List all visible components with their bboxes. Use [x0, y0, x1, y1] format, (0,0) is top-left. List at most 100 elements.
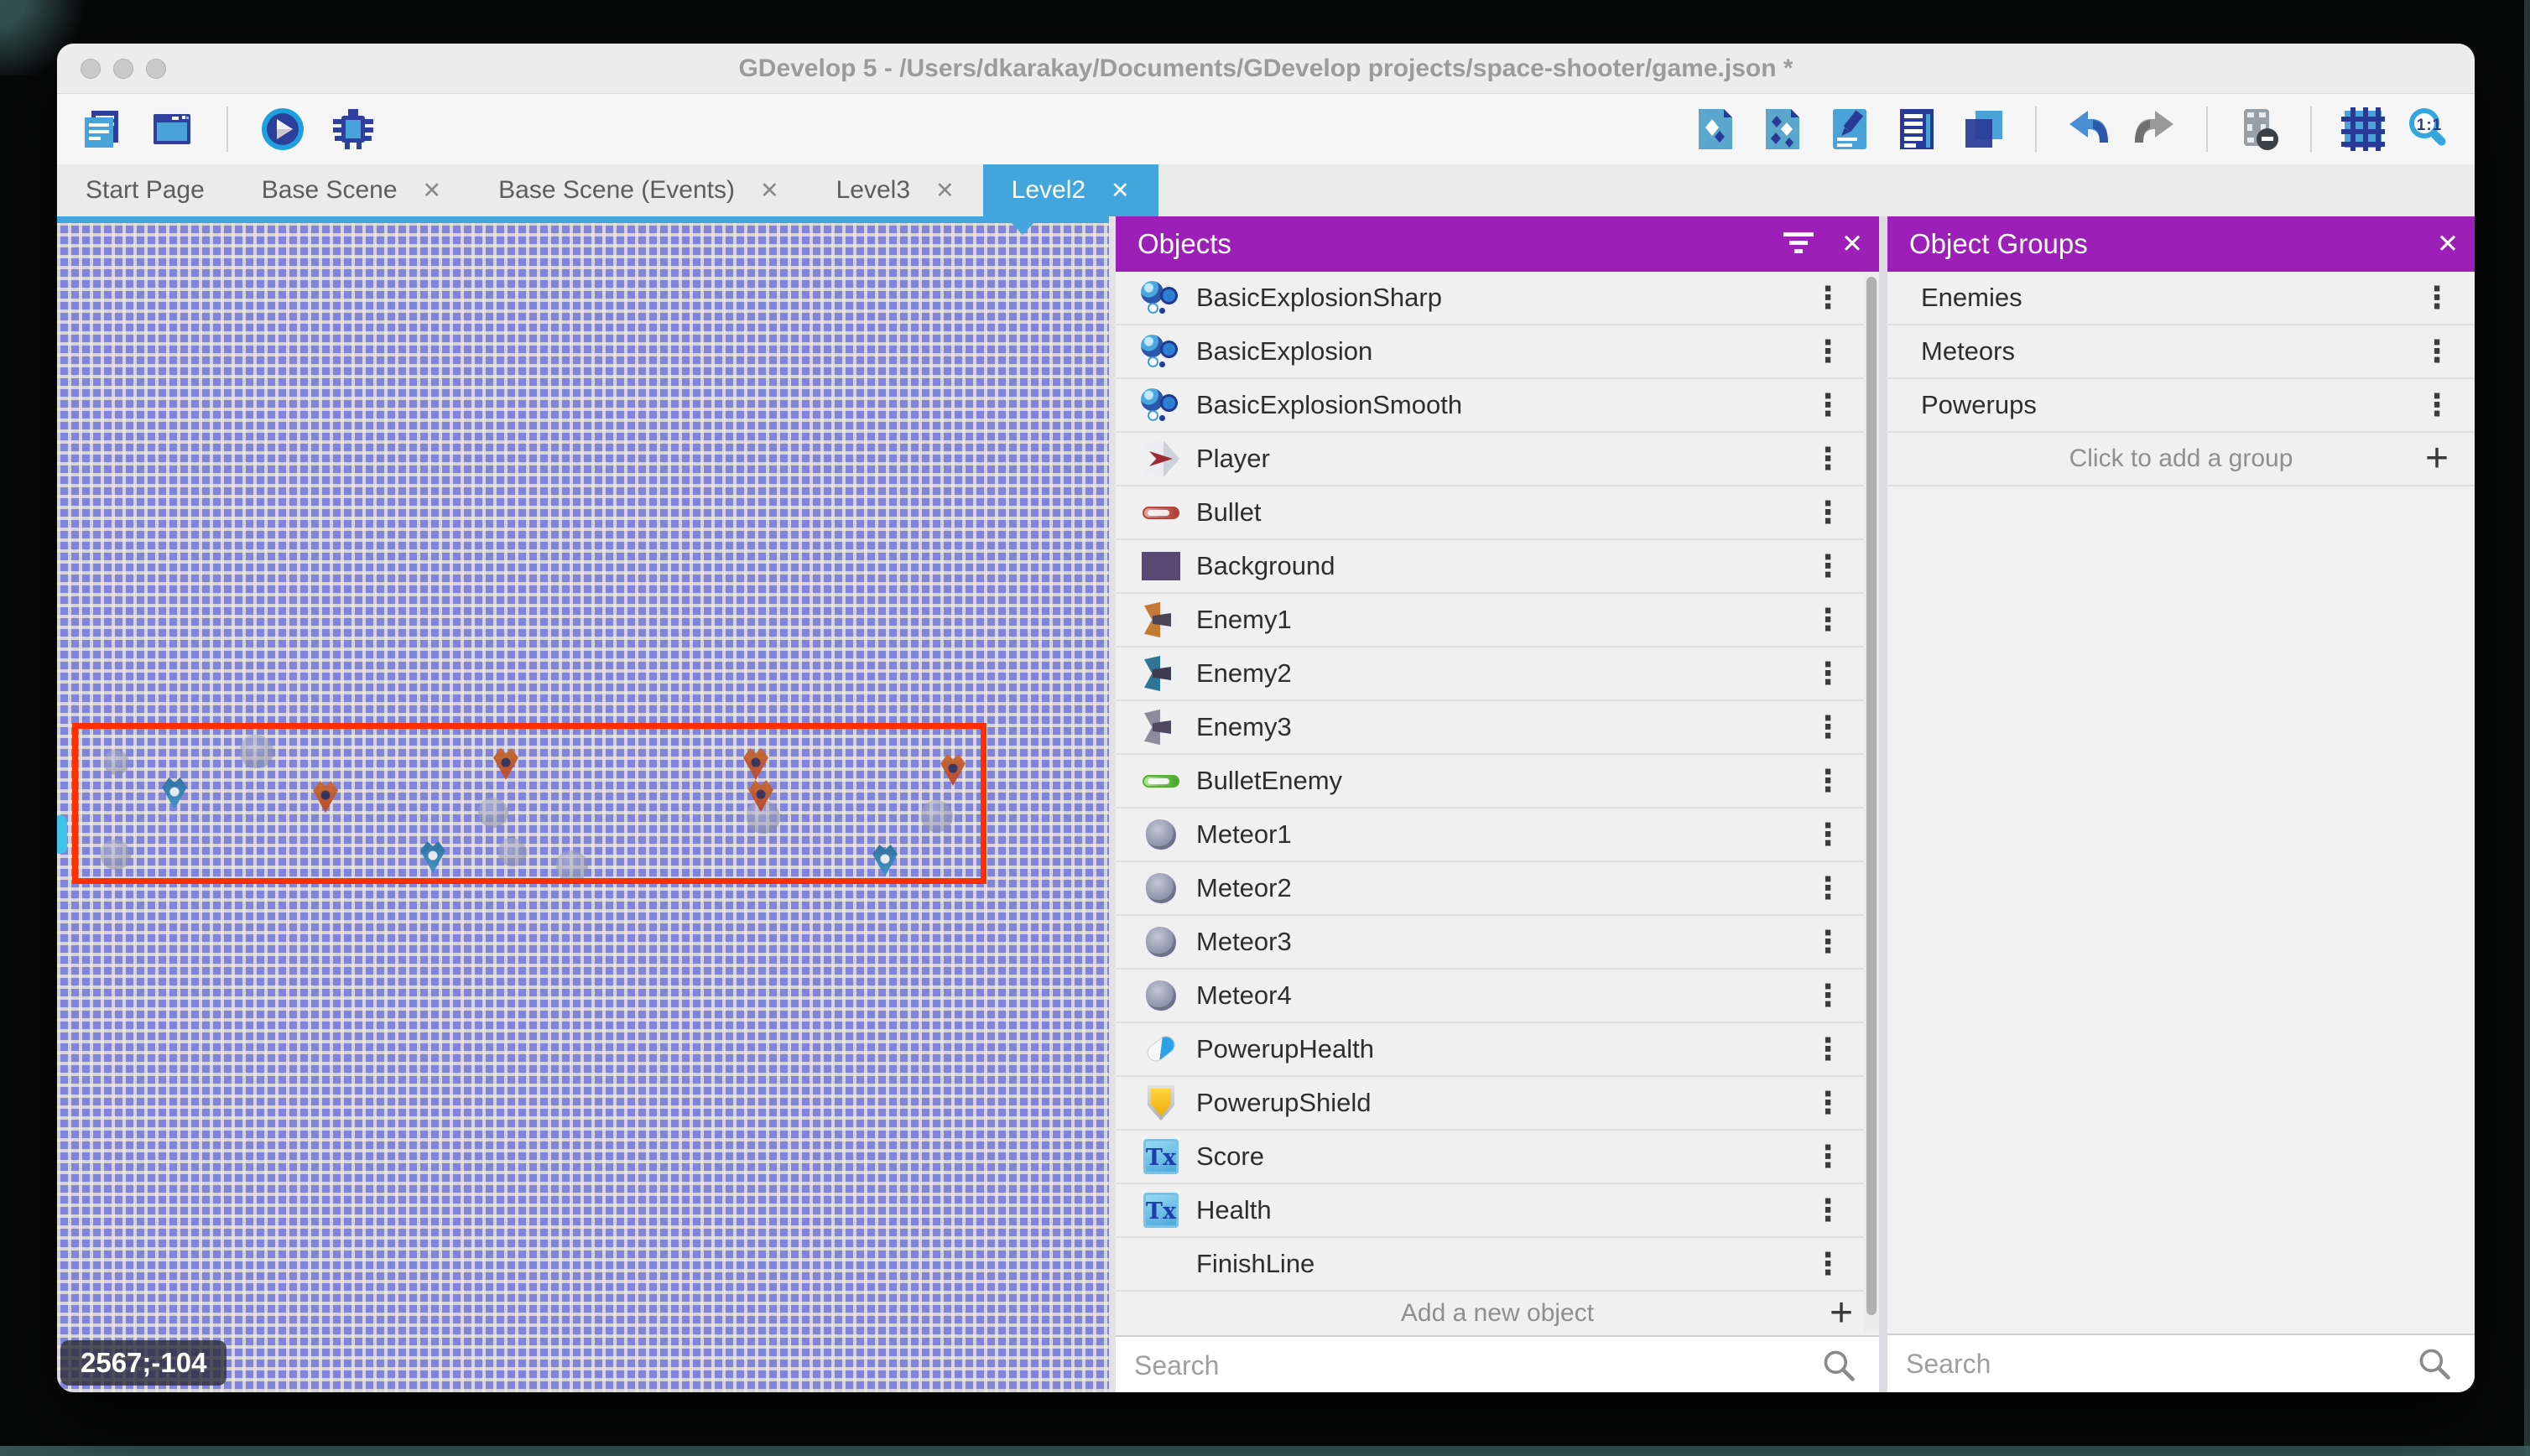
- sprite-enemy-red[interactable]: [940, 754, 966, 786]
- filter-icon[interactable]: [1772, 217, 1825, 271]
- object-list-item[interactable]: BasicExplosion: [1116, 325, 1879, 379]
- kebab-menu-icon[interactable]: [2408, 334, 2466, 369]
- tab-label: Level3: [836, 176, 910, 205]
- tab-level2[interactable]: Level2: [983, 164, 1158, 216]
- sprite-enemy-blue[interactable]: [162, 777, 187, 809]
- kebab-menu-icon[interactable]: [1799, 978, 1857, 1013]
- kebab-menu-icon[interactable]: [1799, 549, 1857, 584]
- close-panel-icon[interactable]: [2421, 217, 2475, 271]
- object-list-item[interactable]: BasicExplosionSmooth: [1116, 379, 1879, 433]
- object-list-item[interactable]: Player: [1116, 433, 1879, 486]
- object-list-item[interactable]: Enemy3: [1116, 701, 1879, 755]
- group-list-item[interactable]: Enemies: [1887, 272, 2475, 325]
- kebab-menu-icon[interactable]: [1799, 495, 1857, 530]
- object-list-item[interactable]: Health: [1116, 1184, 1879, 1238]
- object-list-item[interactable]: FinishLine: [1116, 1238, 1879, 1292]
- add-new-object-button[interactable]: Add a new object: [1116, 1292, 1879, 1335]
- start-page-window-icon[interactable]: [148, 105, 196, 153]
- objects-panel-icon[interactable]: [1691, 105, 1740, 153]
- kebab-menu-icon[interactable]: [1799, 656, 1857, 691]
- object-list-item[interactable]: Meteor2: [1116, 862, 1879, 916]
- kebab-menu-icon[interactable]: [1799, 1032, 1857, 1067]
- object-groups-panel-icon[interactable]: [1758, 105, 1807, 153]
- object-list-item[interactable]: PowerupShield: [1116, 1077, 1879, 1131]
- undo-icon[interactable]: [2064, 105, 2112, 153]
- group-list-item[interactable]: Meteors: [1887, 325, 2475, 379]
- kebab-menu-icon[interactable]: [1799, 871, 1857, 906]
- object-list-item[interactable]: Meteor3: [1116, 916, 1879, 970]
- sprite-meteor[interactable]: [921, 800, 953, 832]
- scene-editor-canvas[interactable]: 2567;-104: [57, 216, 1109, 1392]
- kebab-menu-icon[interactable]: [1799, 602, 1857, 637]
- kebab-menu-icon[interactable]: [1799, 334, 1857, 369]
- scene-tabs: Start Page Base Scene Base Scene (Events…: [57, 164, 2475, 216]
- objects-scrollbar[interactable]: [1864, 272, 1879, 1332]
- object-list-item[interactable]: Bullet: [1116, 486, 1879, 540]
- object-list-item[interactable]: Meteor1: [1116, 809, 1879, 862]
- project-manager-icon[interactable]: [77, 105, 126, 153]
- sprite-enemy-red[interactable]: [313, 781, 338, 813]
- panel-divider[interactable]: [1879, 216, 1887, 1392]
- sprite-meteor[interactable]: [240, 735, 273, 768]
- groups-search-input[interactable]: [1887, 1349, 2416, 1380]
- tab-close-icon[interactable]: [1111, 178, 1130, 204]
- tab-close-icon[interactable]: [760, 178, 779, 204]
- sprite-enemy-red[interactable]: [493, 748, 518, 780]
- close-panel-icon[interactable]: [1825, 217, 1879, 271]
- tab-level3[interactable]: Level3: [808, 164, 983, 216]
- kebab-menu-icon[interactable]: [1799, 1139, 1857, 1174]
- launch-preview-icon[interactable]: [258, 105, 307, 153]
- kebab-menu-icon[interactable]: [2408, 387, 2466, 423]
- instances-list-icon[interactable]: [1892, 105, 1941, 153]
- minimize-window-button[interactable]: [113, 59, 133, 79]
- kebab-menu-icon[interactable]: [1799, 1085, 1857, 1121]
- kebab-menu-icon[interactable]: [1799, 387, 1857, 423]
- kebab-menu-icon[interactable]: [2408, 280, 2466, 315]
- object-list-item[interactable]: BulletEnemy: [1116, 755, 1879, 809]
- kebab-menu-icon[interactable]: [1799, 817, 1857, 852]
- sprite-meteor[interactable]: [498, 838, 527, 866]
- object-list-item[interactable]: Enemy2: [1116, 647, 1879, 701]
- object-list-item[interactable]: Background: [1116, 540, 1879, 594]
- tab-close-icon[interactable]: [423, 178, 442, 204]
- object-list-item[interactable]: Enemy1: [1116, 594, 1879, 647]
- kebab-menu-icon[interactable]: [1799, 1246, 1857, 1282]
- kebab-menu-icon[interactable]: [1799, 763, 1857, 798]
- sprite-enemy-blue[interactable]: [420, 841, 445, 873]
- bullet-icon: [1139, 491, 1183, 534]
- sprite-enemy-blue[interactable]: [872, 845, 898, 876]
- sprite-enemy-red[interactable]: [743, 748, 768, 780]
- object-list-item[interactable]: Meteor4: [1116, 970, 1879, 1023]
- sprite-meteor[interactable]: [556, 850, 588, 882]
- tab-base-scene-events[interactable]: Base Scene (Events): [470, 164, 807, 216]
- kebab-menu-icon[interactable]: [1799, 1193, 1857, 1228]
- zoom-window-button[interactable]: [146, 59, 166, 79]
- sprite-meteor[interactable]: [104, 750, 129, 775]
- debugger-icon[interactable]: [329, 105, 377, 153]
- kebab-menu-icon[interactable]: [1799, 924, 1857, 959]
- sprite-finish-marker[interactable]: [57, 815, 67, 854]
- kebab-menu-icon[interactable]: [1799, 710, 1857, 745]
- tab-start-page[interactable]: Start Page: [57, 164, 233, 216]
- tab-base-scene[interactable]: Base Scene: [233, 164, 470, 216]
- scrollbar-thumb[interactable]: [1866, 277, 1877, 1315]
- close-window-button[interactable]: [81, 59, 101, 79]
- properties-panel-icon[interactable]: [1825, 105, 1874, 153]
- delete-instances-icon[interactable]: [2235, 105, 2283, 153]
- redo-icon[interactable]: [2131, 105, 2179, 153]
- add-group-button[interactable]: Click to add a group: [1887, 433, 2475, 486]
- kebab-menu-icon[interactable]: [1799, 441, 1857, 476]
- toggle-grid-icon[interactable]: [2339, 105, 2387, 153]
- sprite-meteor[interactable]: [478, 798, 508, 828]
- object-list-item[interactable]: BasicExplosionSharp: [1116, 272, 1879, 325]
- layers-panel-icon[interactable]: [1960, 105, 2008, 153]
- object-list-item[interactable]: Score: [1116, 1131, 1879, 1184]
- objects-search-input[interactable]: [1116, 1350, 1820, 1381]
- zoom-1-1-icon[interactable]: 1:1: [2406, 105, 2455, 153]
- tab-close-icon[interactable]: [935, 178, 955, 204]
- group-list-item[interactable]: Powerups: [1887, 379, 2475, 433]
- panel-divider[interactable]: [1109, 216, 1116, 1392]
- sprite-meteor[interactable]: [101, 840, 131, 870]
- kebab-menu-icon[interactable]: [1799, 280, 1857, 315]
- object-list-item[interactable]: PowerupHealth: [1116, 1023, 1879, 1077]
